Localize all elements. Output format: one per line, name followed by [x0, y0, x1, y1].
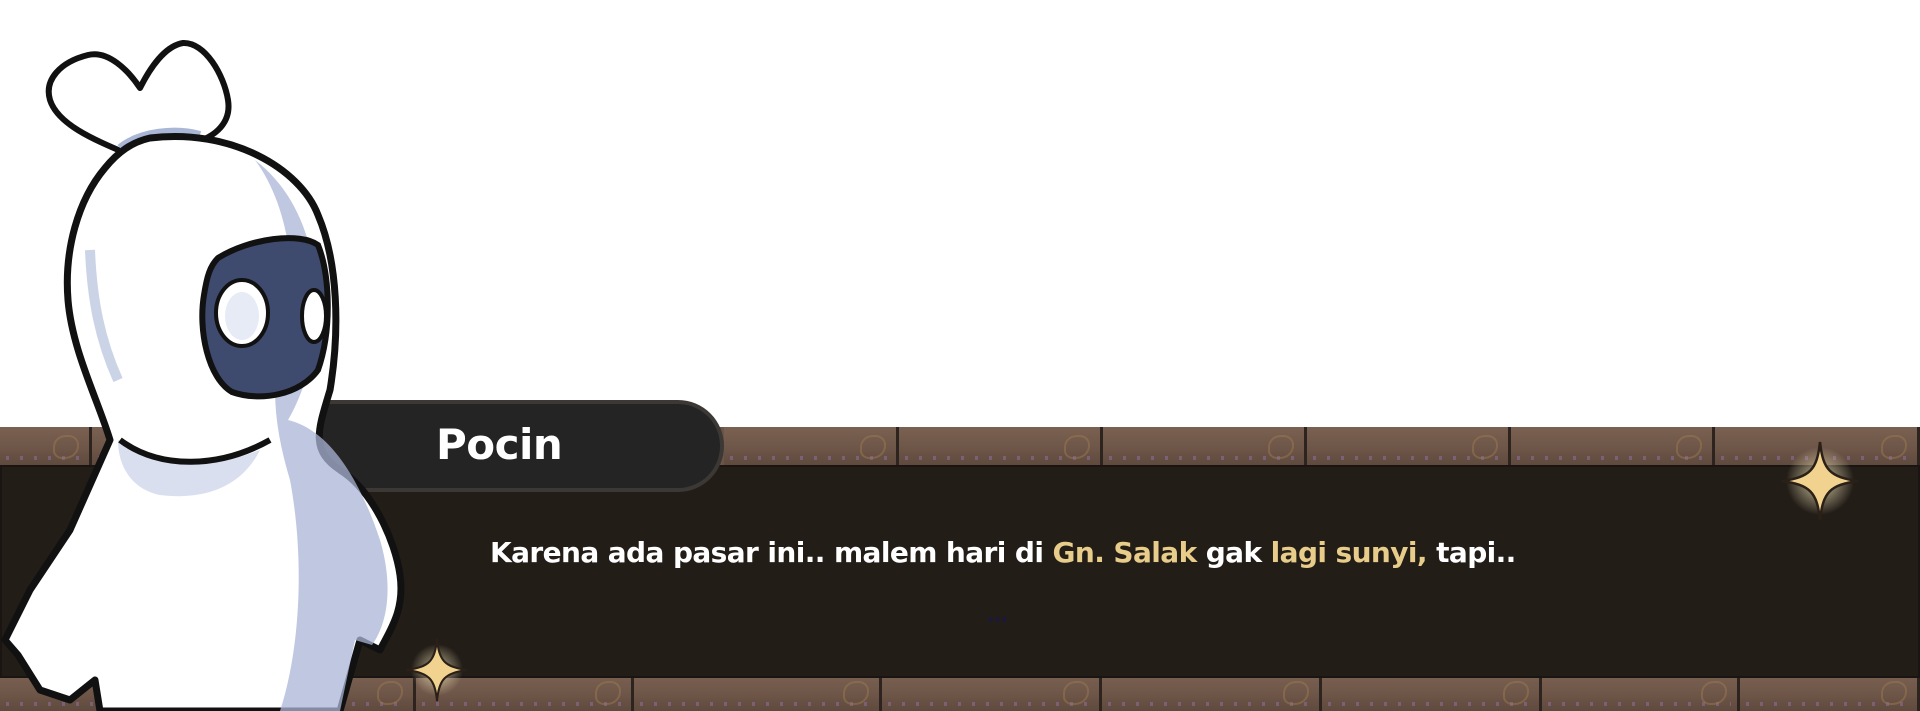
dialog-text-part: gak — [1196, 536, 1271, 569]
continue-dots-icon[interactable] — [988, 617, 1008, 624]
dialog-text-part: Karena ada pasar ini.. malem hari di — [490, 536, 1053, 569]
speaker-name: Pocin — [436, 420, 563, 469]
sparkle-icon — [1781, 441, 1859, 521]
game-scene: Pocin Karena ada pasar ini.. malem hari … — [0, 0, 1920, 711]
character-pocin-portrait — [1, 39, 405, 711]
dialog-text-highlight: Gn. Salak — [1052, 536, 1198, 569]
dialog-text: Karena ada pasar ini.. malem hari di Gn.… — [490, 536, 1516, 569]
dialog-text-part: tapi.. — [1426, 536, 1516, 569]
dialog-text-highlight: lagi sunyi, — [1270, 536, 1428, 569]
